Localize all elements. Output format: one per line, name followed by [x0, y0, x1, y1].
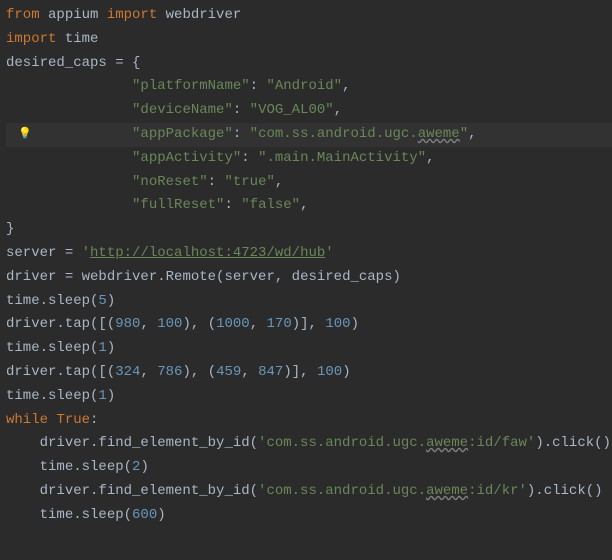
- number: 324: [115, 364, 140, 380]
- identifier: time: [56, 31, 98, 47]
- string: "appPackage": [132, 126, 233, 142]
- string: ": [460, 126, 468, 142]
- number: 1000: [216, 316, 250, 332]
- number: 1: [98, 340, 106, 356]
- identifier: server: [6, 245, 65, 261]
- identifier: time.sleep(: [6, 340, 98, 356]
- number: 100: [325, 316, 350, 332]
- string-warn: aweme: [418, 126, 460, 142]
- number: 100: [317, 364, 342, 380]
- number: 847: [258, 364, 283, 380]
- string: ': [82, 245, 90, 261]
- number: 459: [216, 364, 241, 380]
- number: 980: [115, 316, 140, 332]
- string: 'com.ss.android.ugc.: [258, 483, 426, 499]
- keyword: import: [6, 31, 56, 47]
- code-line: "deviceName": "VOG_AL00",: [6, 99, 612, 123]
- code-line: driver = webdriver.Remote(server, desire…: [6, 266, 612, 290]
- brace: {: [124, 55, 141, 71]
- operator: =: [115, 55, 123, 71]
- keyword: while: [6, 412, 56, 428]
- string: "deviceName": [132, 102, 233, 118]
- string: "noReset": [132, 174, 208, 190]
- code-line: "fullReset": "false",: [6, 194, 612, 218]
- code-line: time.sleep(5): [6, 290, 612, 314]
- string: "Android": [266, 78, 342, 94]
- keyword: True: [56, 412, 90, 428]
- string: ': [325, 245, 333, 261]
- identifier: webdriver.Remote(server: [82, 269, 275, 285]
- number: 600: [132, 507, 157, 523]
- code-line: import time: [6, 28, 612, 52]
- number: 170: [267, 316, 292, 332]
- code-editor[interactable]: from appium import webdriver import time…: [0, 0, 612, 532]
- code-line: driver.find_element_by_id('com.ss.androi…: [6, 480, 612, 504]
- code-line: "noReset": "true",: [6, 171, 612, 195]
- code-line: time.sleep(1): [6, 337, 612, 361]
- code-line: server = 'http://localhost:4723/wd/hub': [6, 242, 612, 266]
- lightbulb-icon[interactable]: 💡: [18, 126, 32, 145]
- string: :id/faw': [468, 435, 535, 451]
- code-line: desired_caps = {: [6, 52, 612, 76]
- identifier: driver.tap([(: [6, 364, 115, 380]
- code-line: time.sleep(600): [6, 504, 612, 528]
- code-line: driver.find_element_by_id('com.ss.androi…: [6, 432, 612, 456]
- string: ".main.MainActivity": [258, 150, 426, 166]
- number: 100: [157, 316, 182, 332]
- string: "true": [224, 174, 274, 190]
- string: "fullReset": [132, 197, 224, 213]
- string: "appActivity": [132, 150, 241, 166]
- identifier: time.sleep(: [6, 293, 98, 309]
- identifier: webdriver: [157, 7, 241, 23]
- identifier: time.sleep(: [6, 388, 98, 404]
- identifier: time.sleep(: [40, 459, 132, 475]
- identifier: driver.find_element_by_id(: [40, 483, 258, 499]
- keyword: from: [6, 7, 40, 23]
- code-line: "appActivity": ".main.MainActivity",: [6, 147, 612, 171]
- identifier: driver: [6, 269, 65, 285]
- code-line: while True:: [6, 409, 612, 433]
- number: 1: [98, 388, 106, 404]
- string-warn: aweme: [426, 483, 468, 499]
- code-line: }: [6, 218, 612, 242]
- string: :id/kr': [468, 483, 527, 499]
- identifier: desired_caps: [6, 55, 115, 71]
- identifier: appium: [40, 7, 107, 23]
- code-line: time.sleep(2): [6, 456, 612, 480]
- string-warn: aweme: [426, 435, 468, 451]
- code-line: "platformName": "Android",: [6, 75, 612, 99]
- brace: }: [6, 221, 14, 237]
- number: 5: [98, 293, 106, 309]
- string: "false": [241, 197, 300, 213]
- identifier: driver.tap([(: [6, 316, 115, 332]
- number: 786: [157, 364, 182, 380]
- code-line-highlighted: 💡 "appPackage": "com.ss.android.ugc.awem…: [6, 123, 612, 147]
- identifier: driver.find_element_by_id(: [40, 435, 258, 451]
- string: "VOG_AL00": [250, 102, 334, 118]
- code-line: from appium import webdriver: [6, 4, 612, 28]
- code-line: time.sleep(1): [6, 385, 612, 409]
- keyword: import: [107, 7, 157, 23]
- string: "com.ss.android.ugc.: [250, 126, 418, 142]
- identifier: time.sleep(: [40, 507, 132, 523]
- url: http://localhost:4723/wd/hub: [90, 245, 325, 261]
- code-line: driver.tap([(324, 786), (459, 847)], 100…: [6, 361, 612, 385]
- string: "platformName": [132, 78, 250, 94]
- string: 'com.ss.android.ugc.: [258, 435, 426, 451]
- identifier: desired_caps): [292, 269, 401, 285]
- code-line: driver.tap([(980, 100), (1000, 170)], 10…: [6, 313, 612, 337]
